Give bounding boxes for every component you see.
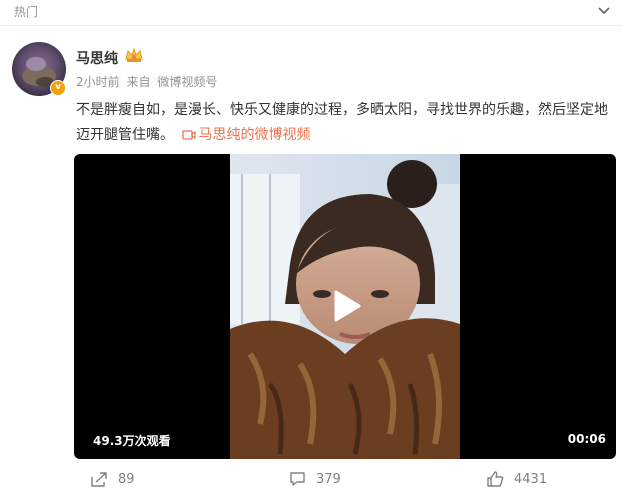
member-crown-icon[interactable] — [124, 46, 144, 64]
verified-icon: v — [50, 80, 66, 96]
play-icon[interactable] — [325, 286, 365, 326]
post-time[interactable]: 2小时前 — [76, 75, 120, 89]
section-title: 热门 — [14, 5, 39, 19]
share-button[interactable]: 89 — [90, 469, 135, 489]
video-link-icon — [182, 130, 197, 140]
source-prefix: 来自 — [126, 75, 151, 89]
header-divider — [0, 25, 622, 26]
like-button[interactable]: 4431 — [487, 469, 547, 489]
view-count: 49.3万次观看 — [93, 434, 171, 448]
video-link[interactable]: 马思纯的微博视频 — [182, 127, 310, 143]
share-icon — [91, 472, 107, 487]
like-count: 4431 — [514, 471, 548, 487]
author-name[interactable]: 马思纯 — [76, 48, 118, 68]
share-count: 89 — [118, 471, 135, 487]
chevron-down-icon[interactable] — [596, 4, 612, 18]
video-duration: 00:06 — [567, 432, 606, 446]
comment-icon — [290, 472, 305, 486]
video-player[interactable]: 49.3万次观看 00:06 — [74, 154, 616, 459]
comment-button[interactable]: 379 — [289, 469, 341, 489]
feed-section-header: 热门 — [0, 0, 622, 26]
comment-count: 379 — [316, 471, 341, 487]
post-body: 不是胖瘦自如，是漫长、快乐又健康的过程，多晒太阳，寻找世界的乐趣，然后坚定地迈开… — [76, 98, 616, 148]
video-link-text: 马思纯的微博视频 — [198, 127, 311, 143]
post-meta: 2小时前 来自 微博视频号 — [76, 73, 220, 90]
post-source[interactable]: 微博视频号 — [157, 75, 217, 89]
post-text: 不是胖瘦自如，是漫长、快乐又健康的过程，多晒太阳，寻找世界的乐趣，然后坚定地迈开… — [76, 102, 608, 143]
like-icon — [487, 471, 504, 487]
